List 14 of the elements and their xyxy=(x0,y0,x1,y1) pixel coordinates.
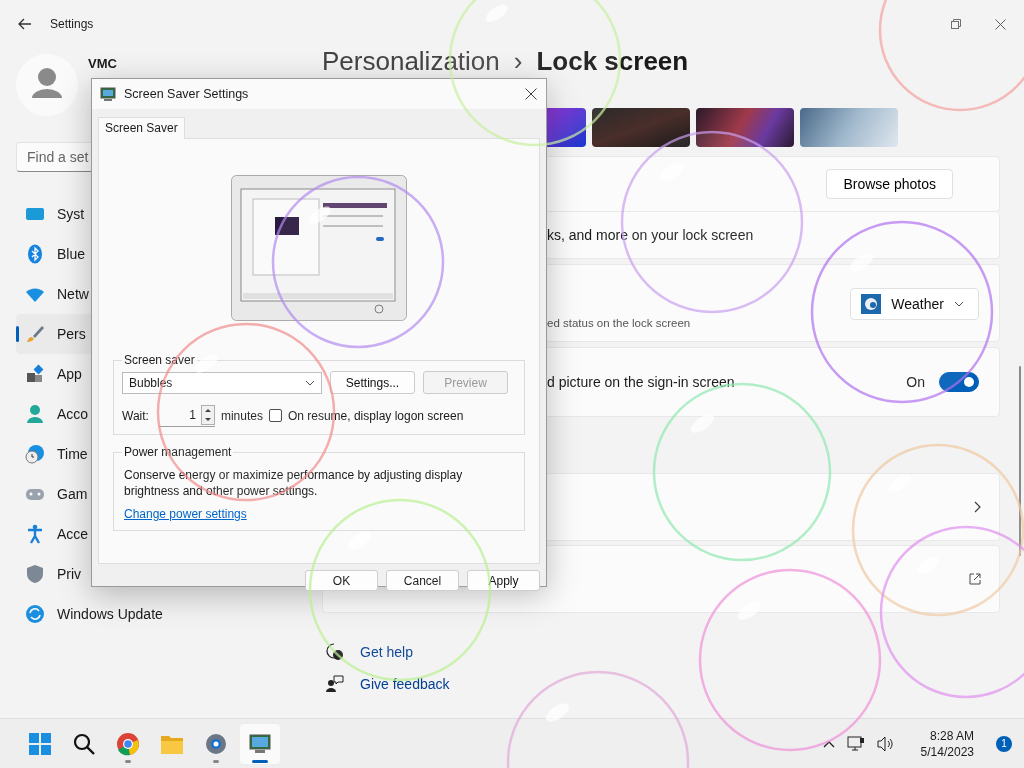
setting-description: ed status on the lock screen xyxy=(547,317,691,329)
dialog-title: Screen Saver Settings xyxy=(124,87,249,101)
group-label: Screen saver xyxy=(123,353,196,367)
wait-unit: minutes xyxy=(220,408,263,423)
wait-label: Wait: xyxy=(122,408,149,423)
setting-label: d picture on the sign-in screen xyxy=(547,374,735,390)
breadcrumb-separator: › xyxy=(513,46,523,77)
user-name: VMC xyxy=(88,56,117,71)
window-title: Settings xyxy=(50,17,94,31)
setting-label: ks, and more on your lock screen xyxy=(547,227,754,243)
group-label: Power management xyxy=(123,445,233,459)
toggle-state: On xyxy=(906,374,925,390)
power-description: Conserve energy or maximize performance by adjusting display brightness and other power settings. xyxy=(124,467,464,499)
page-title: Lock screen xyxy=(536,46,689,77)
